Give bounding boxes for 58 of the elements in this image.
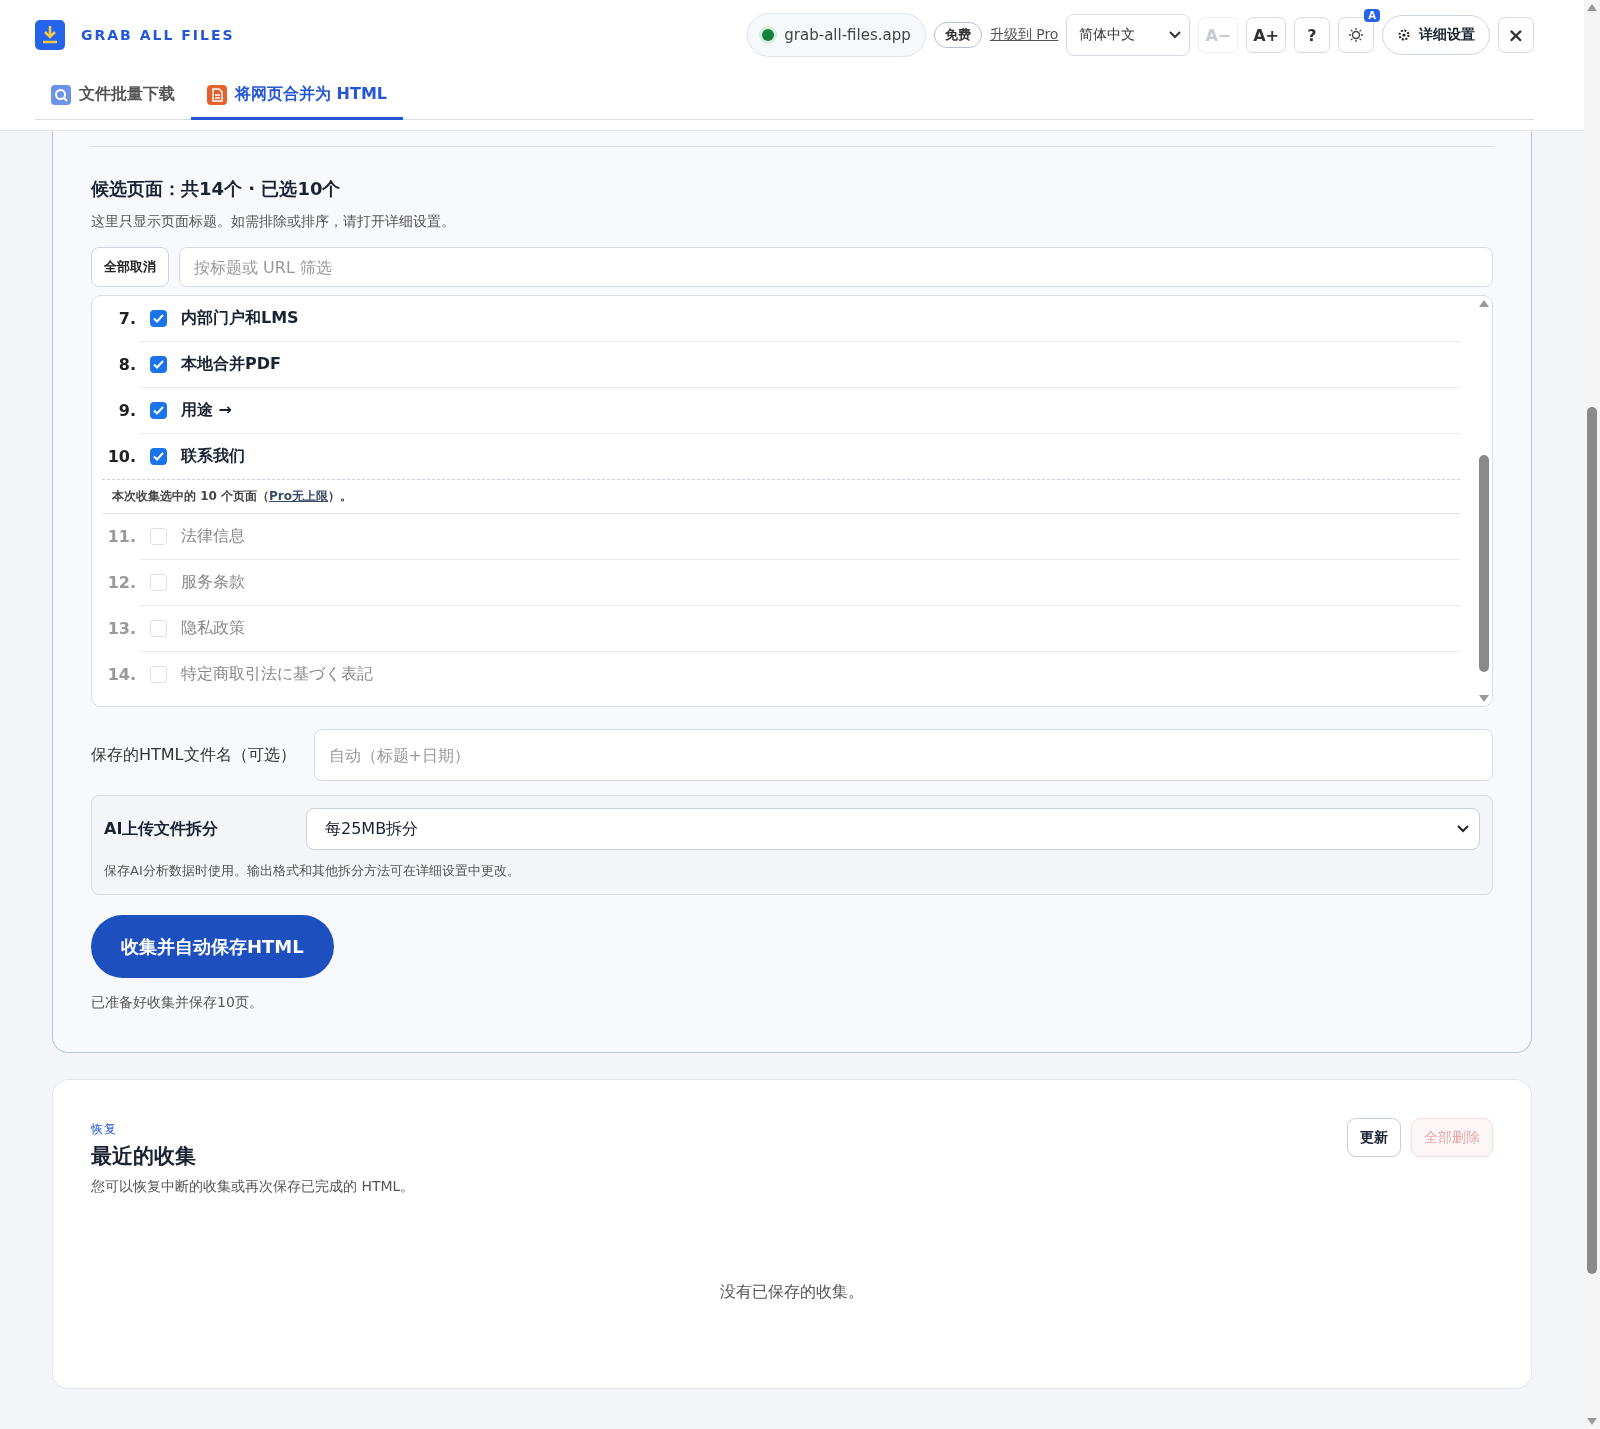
upgrade-link[interactable]: 升级到 Pro: [989, 26, 1059, 44]
page-title: 联系我们: [181, 446, 245, 467]
refresh-button[interactable]: 更新: [1347, 1118, 1401, 1157]
page-title: 用途 →: [181, 400, 232, 421]
recent-description: 您可以恢复中断的收集或再次保存已完成的 HTML。: [91, 1178, 415, 1196]
page-title: 特定商取引法に基づく表記: [181, 664, 373, 685]
checkbox[interactable]: [150, 402, 167, 419]
row-number: 13.: [106, 619, 136, 638]
filename-field[interactable]: 自动（标题+日期）: [313, 729, 1493, 781]
limit-note: 本次收集选中的 10 个页面（Pro无上限）。: [112, 488, 353, 505]
pro-link[interactable]: Pro无上限: [269, 489, 329, 503]
page-title: 法律信息: [181, 526, 245, 547]
settings-button[interactable]: 详细设置: [1382, 15, 1490, 55]
candidates-description: 这里只显示页面标题。如需排除或排序，请打开详细设置。: [91, 213, 456, 231]
row-number: 10.: [106, 447, 136, 466]
settings-icon: [1397, 28, 1411, 42]
empty-message: 没有已保存的收集。: [719, 1282, 865, 1303]
font-larger-button[interactable]: A+: [1246, 17, 1286, 53]
search-icon: [51, 84, 71, 105]
close-button[interactable]: ×: [1498, 17, 1534, 53]
status-dot-icon: [762, 29, 775, 41]
row-number: 14.: [106, 665, 136, 684]
candidates-heading: 候选页面：共14个 · 已选10个: [91, 177, 342, 201]
recent-heading: 最近的收集: [91, 1143, 197, 1170]
auto-badge: A: [1364, 9, 1380, 22]
page-title: 本地合并PDF: [181, 354, 281, 375]
split-label: AI上传文件拆分: [104, 818, 220, 840]
page-title: 内部门户和LMS: [181, 308, 299, 329]
split-select[interactable]: 每25MB拆分: [306, 808, 1480, 850]
checkbox[interactable]: [150, 448, 167, 465]
tab[interactable]: 文件批量下载: [35, 74, 191, 120]
filename-label: 保存的HTML文件名（可选）: [91, 744, 296, 766]
app-name: GRAB ALL FILES: [81, 27, 235, 43]
help-button[interactable]: ?: [1294, 17, 1330, 53]
row-number: 12.: [106, 573, 136, 592]
chevron-down-icon: [1169, 31, 1182, 39]
tab[interactable]: 将网页合并为 HTML: [191, 74, 403, 120]
collect-save-button[interactable]: 收集并自动保存HTML: [91, 915, 334, 978]
page-title: 服务条款: [181, 572, 245, 593]
deselect-all-button[interactable]: 全部取消: [91, 247, 169, 287]
row-number: 7.: [117, 309, 136, 328]
row-number: 9.: [117, 401, 136, 420]
domain-pill: grab-all-files.app: [747, 13, 926, 57]
filter-field[interactable]: 按标题或 URL 筛选: [179, 247, 1493, 287]
sun-icon: [1348, 27, 1364, 43]
language-select[interactable]: 简体中文: [1066, 14, 1191, 56]
download-logo-icon: [35, 20, 65, 50]
row-number: 8.: [117, 355, 136, 374]
document-icon: [207, 84, 227, 105]
page-title: 隐私政策: [181, 618, 245, 639]
theme-button[interactable]: [1338, 17, 1374, 53]
chevron-down-icon: [1457, 825, 1469, 833]
checkbox[interactable]: [150, 356, 167, 373]
split-hint: 保存AI分析数据时使用。输出格式和其他拆分方法可在详细设置中更改。: [104, 862, 521, 880]
section-eyebrow: 恢复: [91, 1122, 117, 1136]
checkbox[interactable]: [150, 310, 167, 327]
row-number: 11.: [106, 527, 136, 546]
status-text: 已准备好收集并保存10页。: [91, 994, 264, 1012]
